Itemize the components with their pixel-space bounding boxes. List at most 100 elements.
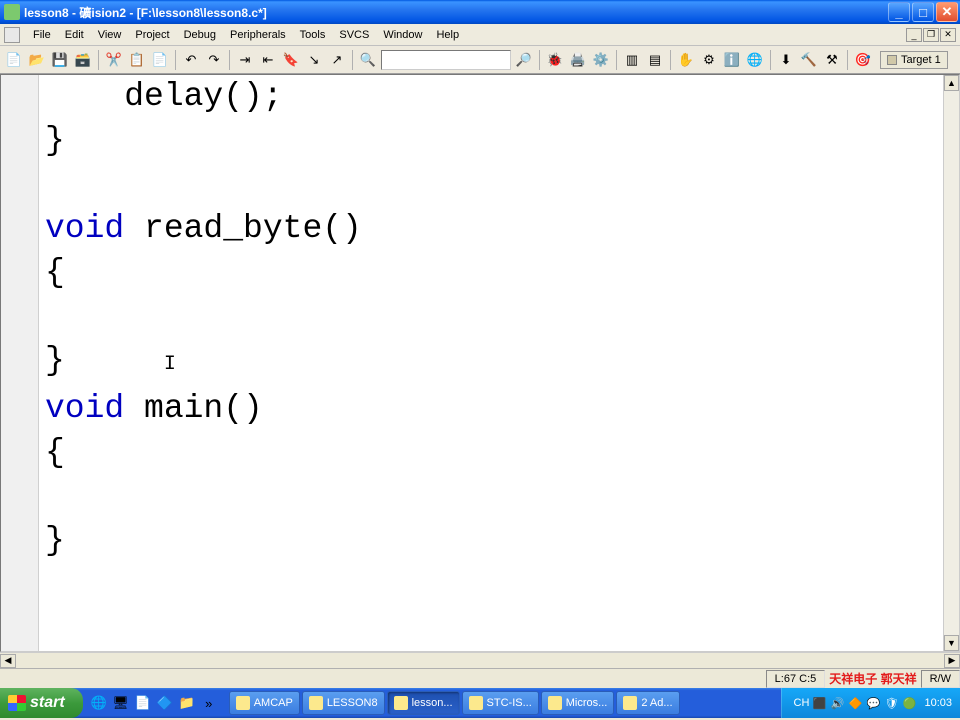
task-button-stc-isp[interactable]: STC-IS... bbox=[462, 691, 539, 715]
editor-area: delay(); } void read_byte() { } I void m… bbox=[0, 74, 960, 652]
copy-button[interactable]: 📋 bbox=[127, 50, 147, 70]
save-button[interactable]: 💾 bbox=[50, 50, 70, 70]
globe-icon[interactable]: 🌐 bbox=[745, 50, 765, 70]
mdi-doc-icon[interactable] bbox=[4, 27, 20, 43]
status-position: L:67 C:5 bbox=[766, 670, 826, 688]
code-text bbox=[45, 78, 124, 115]
task-label: 2 Ad... bbox=[641, 697, 672, 709]
find-in-files-button[interactable]: 🔎 bbox=[514, 50, 534, 70]
new-file-button[interactable]: 📄 bbox=[4, 50, 24, 70]
build-button[interactable]: ⬇ bbox=[776, 50, 796, 70]
app-icon bbox=[4, 4, 20, 20]
menu-window[interactable]: Window bbox=[376, 27, 429, 43]
mdi-minimize-button[interactable]: _ bbox=[906, 28, 922, 42]
tray-volume-icon[interactable]: 🔊 bbox=[830, 696, 844, 710]
save-all-button[interactable]: 🗃️ bbox=[73, 50, 93, 70]
task-button-lesson-ide[interactable]: lesson... bbox=[387, 691, 460, 715]
ql-app-icon[interactable]: 📄 bbox=[133, 692, 153, 714]
window-project-button[interactable]: ▥ bbox=[622, 50, 642, 70]
text-cursor: I bbox=[164, 353, 176, 376]
mdi-restore-button[interactable]: ❐ bbox=[923, 28, 939, 42]
tray-icon[interactable]: 💬 bbox=[866, 696, 880, 710]
rebuild-button[interactable]: 🔨 bbox=[799, 50, 819, 70]
start-button[interactable]: start bbox=[0, 688, 83, 718]
quick-launch: 🌐 🖥 📄 🔷 📁 » bbox=[83, 692, 225, 714]
scroll-track[interactable] bbox=[944, 91, 959, 635]
undo-button[interactable]: ↶ bbox=[181, 50, 201, 70]
indent-button[interactable]: ⇥ bbox=[235, 50, 255, 70]
taskbar-tasks: AMCAP LESSON8 lesson... STC-IS... Micros… bbox=[225, 691, 782, 715]
code-text: delay(); bbox=[124, 78, 282, 115]
mdi-buttons: _ ❐ ✕ bbox=[906, 28, 956, 42]
bookmark-prev-button[interactable]: ↗ bbox=[327, 50, 347, 70]
menu-file[interactable]: File bbox=[26, 27, 58, 43]
task-button-micros[interactable]: Micros... bbox=[541, 691, 615, 715]
minimize-button[interactable]: _ bbox=[888, 2, 910, 22]
task-button-lesson8-folder[interactable]: LESSON8 bbox=[302, 691, 385, 715]
task-button-amcap[interactable]: AMCAP bbox=[229, 691, 300, 715]
build-all-button[interactable]: ⚒ bbox=[822, 50, 842, 70]
mdi-close-button[interactable]: ✕ bbox=[940, 28, 956, 42]
task-button-adobe[interactable]: 2 Ad... bbox=[616, 691, 679, 715]
code-editor[interactable]: delay(); } void read_byte() { } I void m… bbox=[39, 75, 943, 651]
tray-icon[interactable]: 🟢 bbox=[902, 696, 916, 710]
menu-debug[interactable]: Debug bbox=[177, 27, 223, 43]
options-button[interactable]: ⚙️ bbox=[591, 50, 611, 70]
menu-peripherals[interactable]: Peripherals bbox=[223, 27, 293, 43]
scroll-up-button[interactable]: ▲ bbox=[944, 75, 959, 91]
tray-icon[interactable]: ⬛ bbox=[812, 696, 826, 710]
menu-edit[interactable]: Edit bbox=[58, 27, 91, 43]
menu-help[interactable]: Help bbox=[429, 27, 466, 43]
window-buttons: _ □ ✕ bbox=[888, 2, 958, 22]
tray-clock[interactable]: 10:03 bbox=[924, 697, 952, 709]
system-tray: CH ⬛ 🔊 🔶 💬 🛡 🟢 10:03 bbox=[781, 688, 960, 718]
ql-desktop-icon[interactable]: 🖥 bbox=[111, 692, 131, 714]
window-titlebar: lesson8 - 礦ision2 - [F:\lesson8\lesson8.… bbox=[0, 0, 960, 24]
scroll-down-button[interactable]: ▼ bbox=[944, 635, 959, 651]
horizontal-scrollbar[interactable]: ◀ ▶ bbox=[0, 652, 960, 668]
target-options-button[interactable]: 🎯 bbox=[853, 50, 873, 70]
editor-tabstrip[interactable] bbox=[16, 654, 36, 668]
windows-logo-icon bbox=[8, 695, 26, 711]
menu-tools[interactable]: Tools bbox=[293, 27, 333, 43]
toolbar-separator bbox=[352, 50, 353, 70]
find-button[interactable]: 🔍 bbox=[358, 50, 378, 70]
print-button[interactable]: 🖨️ bbox=[568, 50, 588, 70]
ql-ie-icon[interactable]: 🌐 bbox=[89, 692, 109, 714]
hand-icon[interactable]: ✋ bbox=[676, 50, 696, 70]
find-combo[interactable] bbox=[381, 50, 511, 70]
menu-project[interactable]: Project bbox=[128, 27, 176, 43]
debug-button[interactable]: 🐞 bbox=[545, 50, 565, 70]
outdent-button[interactable]: ⇤ bbox=[258, 50, 278, 70]
redo-button[interactable]: ↷ bbox=[204, 50, 224, 70]
tray-icon[interactable]: 🛡 bbox=[884, 696, 898, 710]
paste-button[interactable]: 📄 bbox=[150, 50, 170, 70]
bookmark-button[interactable]: 🔖 bbox=[281, 50, 301, 70]
menu-view[interactable]: View bbox=[91, 27, 129, 43]
toolbar-separator bbox=[616, 50, 617, 70]
bookmark-next-button[interactable]: ↘ bbox=[304, 50, 324, 70]
maximize-button[interactable]: □ bbox=[912, 2, 934, 22]
menu-svcs[interactable]: SVCS bbox=[332, 27, 376, 43]
config-button[interactable]: ⚙ bbox=[699, 50, 719, 70]
info-button[interactable]: ℹ️ bbox=[722, 50, 742, 70]
target-selector[interactable]: Target 1 bbox=[880, 51, 948, 69]
scroll-right-button[interactable]: ▶ bbox=[944, 654, 960, 668]
cut-button[interactable]: ✂️ bbox=[104, 50, 124, 70]
scroll-left-button[interactable]: ◀ bbox=[0, 654, 16, 668]
toolbar-separator bbox=[670, 50, 671, 70]
open-file-button[interactable]: 📂 bbox=[27, 50, 47, 70]
window-output-button[interactable]: ▤ bbox=[645, 50, 665, 70]
vertical-scrollbar[interactable]: ▲ ▼ bbox=[943, 75, 959, 651]
taskbar: start 🌐 🖥 📄 🔷 📁 » AMCAP LESSON8 lesson..… bbox=[0, 688, 960, 718]
toolbar-separator bbox=[229, 50, 230, 70]
window-title: lesson8 - 礦ision2 - [F:\lesson8\lesson8.… bbox=[24, 4, 888, 21]
tray-icon[interactable]: 🔶 bbox=[848, 696, 862, 710]
close-button[interactable]: ✕ bbox=[936, 2, 958, 22]
code-text: main() bbox=[124, 390, 263, 427]
ql-chevron-icon[interactable]: » bbox=[199, 692, 219, 714]
tray-lang-icon[interactable]: CH bbox=[794, 696, 808, 710]
ql-app-icon[interactable]: 🔷 bbox=[155, 692, 175, 714]
code-text: { bbox=[45, 254, 65, 291]
ql-app-icon[interactable]: 📁 bbox=[177, 692, 197, 714]
